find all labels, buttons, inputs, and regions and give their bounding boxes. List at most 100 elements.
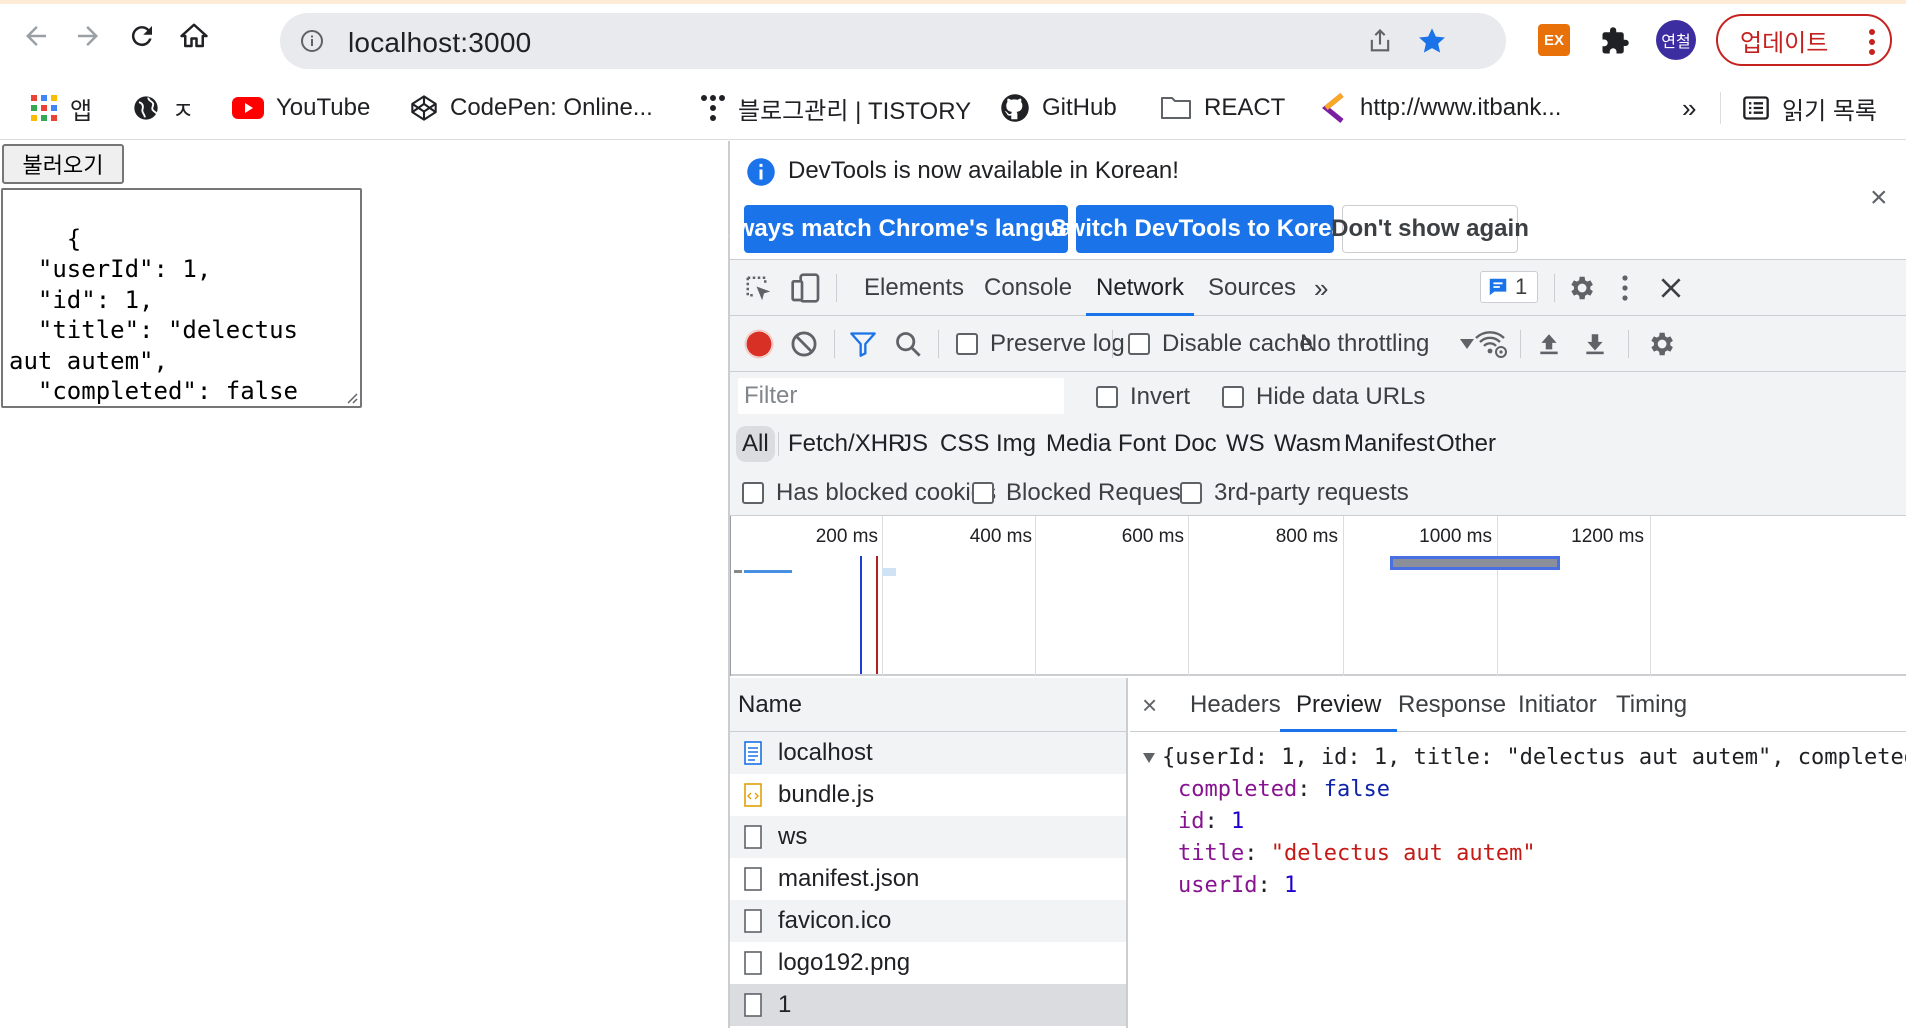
clear-icon[interactable] — [790, 330, 818, 358]
tab-headers[interactable]: Headers — [1190, 678, 1281, 732]
bookmark-tistory[interactable]: 블로그관리 | TISTORY — [700, 76, 971, 140]
request-row-logo192[interactable]: logo192.png — [730, 942, 1126, 984]
bookmarks-overflow-button[interactable]: » — [1682, 76, 1696, 140]
address-bar[interactable]: localhost:3000 — [280, 13, 1506, 69]
type-css[interactable]: CSS — [940, 426, 989, 462]
forward-button[interactable] — [64, 12, 112, 60]
device-toolbar-icon[interactable] — [790, 272, 822, 304]
tab-sources[interactable]: Sources — [1208, 260, 1296, 316]
type-font[interactable]: Font — [1118, 426, 1166, 462]
github-icon — [1000, 93, 1030, 123]
request-row-bundle[interactable]: bundle.js — [730, 774, 1126, 816]
search-icon[interactable] — [894, 330, 922, 358]
kebab-menu-icon[interactable] — [1620, 273, 1630, 303]
has-blocked-cookies-checkbox[interactable]: Has blocked cookies — [742, 479, 996, 507]
request-name: ws — [778, 823, 808, 850]
request-name: localhost — [778, 739, 873, 766]
invert-checkbox[interactable]: Invert — [1096, 383, 1190, 411]
back-button[interactable] — [12, 12, 60, 60]
bookmark-itbank[interactable]: http://www.itbank... — [1322, 76, 1561, 140]
filter-funnel-icon[interactable] — [848, 330, 878, 358]
issues-counter[interactable]: 1 — [1480, 271, 1538, 303]
preview-summary: {userId: 1, id: 1, title: "delectus aut … — [1162, 745, 1906, 770]
tab-console[interactable]: Console — [984, 260, 1072, 316]
throttling-select[interactable]: No throttling — [1300, 330, 1475, 358]
tab-elements[interactable]: Elements — [864, 260, 964, 316]
inspect-element-icon[interactable] — [744, 274, 774, 304]
home-button[interactable] — [170, 12, 218, 60]
hide-data-urls-checkbox[interactable]: Hide data URLs — [1222, 383, 1425, 411]
bookmark-apps[interactable]: 앱 — [30, 76, 92, 140]
toolbar-divider — [1628, 330, 1629, 358]
star-icon[interactable] — [1416, 25, 1448, 57]
close-detail-button[interactable]: × — [1142, 678, 1157, 732]
extension-ex-icon[interactable]: EX — [1538, 24, 1570, 56]
third-party-checkbox[interactable]: 3rd-party requests — [1180, 479, 1409, 507]
network-overview-timeline[interactable]: 200 ms 400 ms 600 ms 800 ms 1000 ms 1200… — [730, 516, 1906, 676]
network-conditions-icon[interactable] — [1474, 328, 1508, 360]
type-img[interactable]: Img — [996, 426, 1036, 462]
preserve-log-checkbox[interactable]: Preserve log — [956, 330, 1125, 358]
type-other[interactable]: Other — [1436, 426, 1496, 462]
request-bar — [744, 570, 792, 573]
close-devtools-icon[interactable] — [1658, 275, 1684, 301]
dont-show-again-button[interactable]: Don't show again — [1331, 205, 1529, 253]
expand-triangle-icon[interactable] — [1142, 752, 1156, 764]
filter-input[interactable]: Filter — [738, 378, 1064, 414]
settings-gear-icon[interactable] — [1566, 273, 1596, 303]
bookmark-codepen[interactable]: CodePen: Online... — [410, 76, 653, 140]
export-har-icon[interactable] — [1582, 330, 1608, 358]
url-text[interactable]: localhost:3000 — [348, 27, 531, 59]
blocked-requests-checkbox[interactable]: Blocked Requests — [972, 479, 1199, 507]
tab-response[interactable]: Response — [1398, 678, 1506, 732]
disable-cache-checkbox[interactable]: Disable cache — [1128, 330, 1313, 358]
tab-preview[interactable]: Preview — [1279, 678, 1398, 732]
switch-korean-button[interactable]: Switch DevTools to Korean — [1051, 205, 1359, 253]
resize-handle-icon[interactable] — [344, 390, 358, 404]
arrow-left-icon — [26, 26, 46, 46]
tab-network[interactable]: Network — [1085, 260, 1195, 316]
reload-button[interactable] — [118, 12, 166, 60]
request-row-1-selected[interactable]: 1 — [730, 984, 1126, 1026]
load-button[interactable]: 불러오기 — [2, 144, 124, 184]
type-js[interactable]: JS — [900, 426, 928, 462]
request-row-manifest[interactable]: manifest.json — [730, 858, 1126, 900]
tab-timing[interactable]: Timing — [1616, 678, 1687, 732]
reading-list-button[interactable]: 읽기 목록 — [1742, 76, 1877, 140]
profile-avatar[interactable]: 연철 — [1656, 20, 1696, 60]
share-icon[interactable] — [1366, 27, 1394, 55]
bookmark-github[interactable]: GitHub — [1000, 76, 1117, 140]
json-textarea[interactable]: { "userId": 1, "id": 1, "title": "delect… — [1, 188, 362, 408]
puzzle-icon[interactable] — [1600, 26, 1630, 56]
request-row-localhost[interactable]: localhost — [730, 732, 1126, 774]
network-settings-gear-icon[interactable] — [1646, 329, 1676, 359]
request-name: bundle.js — [778, 781, 875, 808]
type-doc[interactable]: Doc — [1174, 426, 1217, 462]
bookmark-youtube[interactable]: YouTube — [232, 76, 370, 140]
toolbar-divider — [938, 330, 939, 358]
update-button[interactable]: 업데이트 — [1716, 14, 1892, 66]
infobar-close-button[interactable]: × — [1870, 181, 1888, 215]
invert-label: Invert — [1130, 383, 1191, 410]
type-media[interactable]: Media — [1046, 426, 1111, 462]
type-all[interactable]: All — [736, 426, 775, 462]
name-column-header[interactable]: Name — [730, 678, 1126, 732]
request-row-ws[interactable]: ws — [730, 816, 1126, 858]
type-ws[interactable]: WS — [1226, 426, 1265, 462]
devtools-infobar: DevTools is now available in Korean! Alw… — [712, 141, 1906, 260]
request-name: manifest.json — [778, 865, 920, 892]
type-fetch-xhr[interactable]: Fetch/XHR — [788, 426, 905, 462]
tab-initiator[interactable]: Initiator — [1518, 678, 1597, 732]
type-manifest[interactable]: Manifest — [1344, 426, 1435, 462]
type-wasm[interactable]: Wasm — [1274, 426, 1341, 462]
more-tabs-button[interactable]: » — [1314, 260, 1328, 316]
record-icon[interactable] — [744, 329, 774, 359]
bookmark-react-folder[interactable]: REACT — [1160, 76, 1285, 140]
info-icon[interactable] — [300, 29, 324, 53]
request-row-favicon[interactable]: favicon.ico — [730, 900, 1126, 942]
request-name: 1 — [778, 991, 792, 1018]
preview-summary-row[interactable]: {userId: 1, id: 1, title: "delectus aut … — [1142, 742, 1906, 774]
bookmark-globe[interactable]: ㅈ — [132, 76, 194, 140]
import-har-icon[interactable] — [1536, 330, 1562, 358]
match-language-button[interactable]: Always match Chrome's language — [712, 205, 1100, 253]
